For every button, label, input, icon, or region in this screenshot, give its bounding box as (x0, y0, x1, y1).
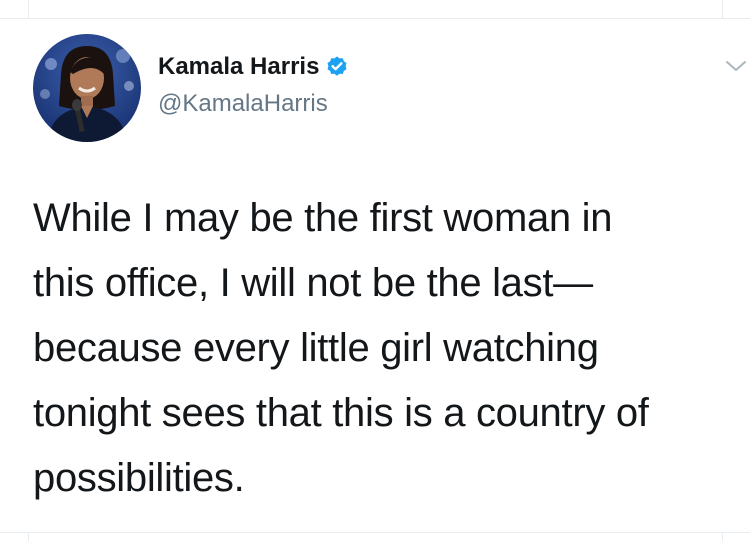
tweet-text-line: While I may be the first woman in (33, 196, 613, 240)
tweet-text-line: because every little girl watching (33, 326, 599, 370)
author-name-row[interactable]: Kamala Harris (158, 52, 349, 82)
divider-tick (28, 533, 29, 541)
top-divider (0, 18, 750, 19)
divider-tick (722, 0, 723, 18)
divider-tick (722, 533, 723, 541)
divider-tick (28, 0, 29, 18)
verified-badge-icon (325, 55, 349, 79)
chevron-down-icon[interactable] (724, 58, 748, 74)
avatar[interactable] (33, 34, 141, 142)
bottom-divider (0, 532, 750, 533)
tweet-text-line: possibilities. (33, 456, 245, 500)
author-handle[interactable]: @KamalaHarris (158, 89, 328, 119)
author-name[interactable]: Kamala Harris (158, 52, 319, 82)
tweet-text-line: this office, I will not be the last— (33, 261, 593, 305)
tweet-text-line: tonight sees that this is a country of (33, 391, 649, 435)
tweet-text: While I may be the first woman in this o… (33, 186, 733, 511)
